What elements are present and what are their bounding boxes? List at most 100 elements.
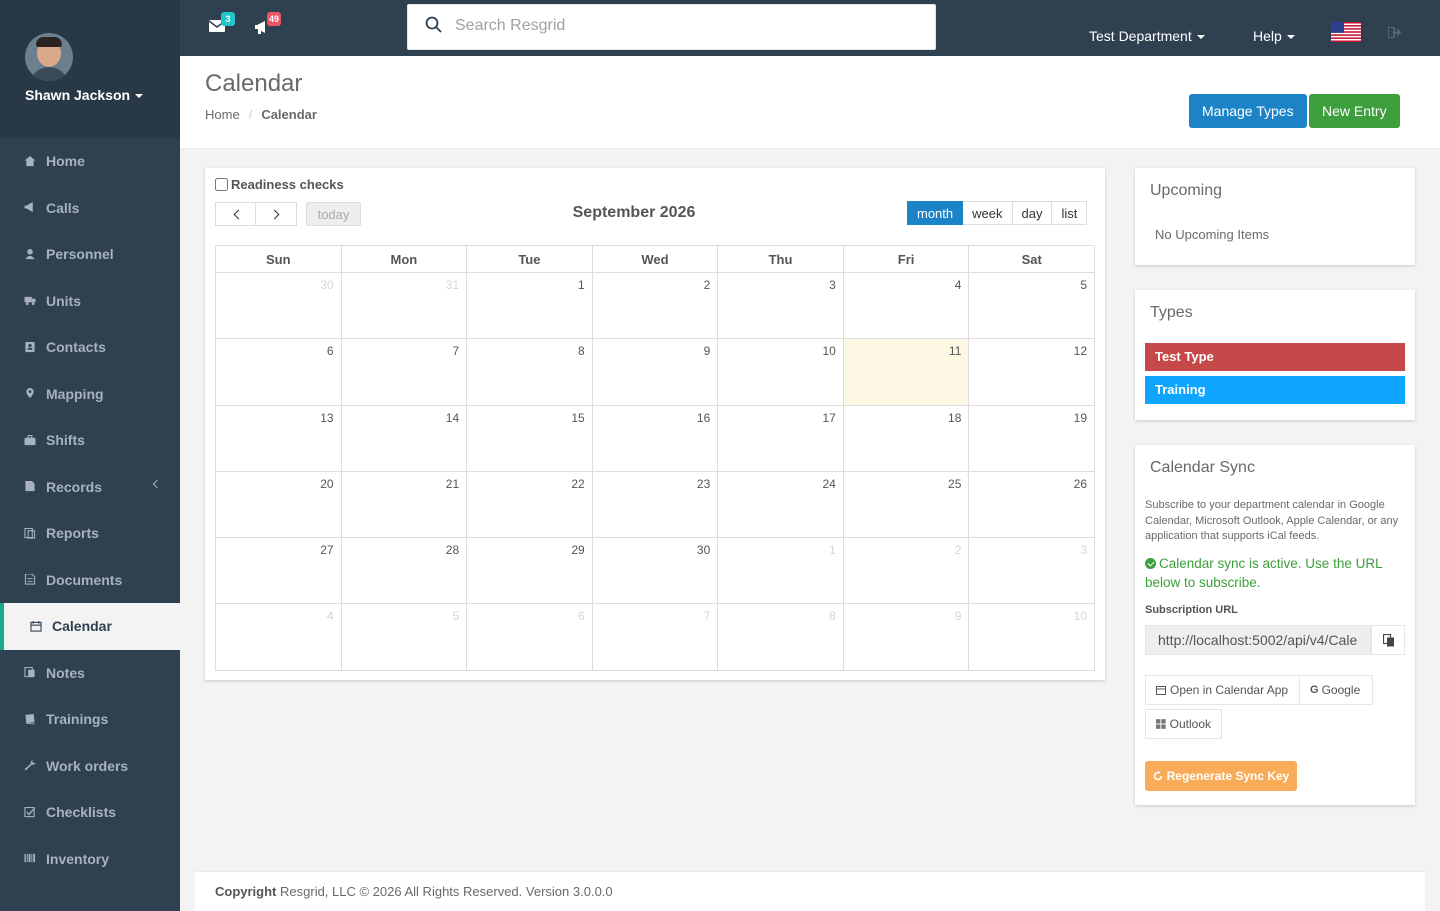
avatar[interactable] [25,33,73,81]
profile-name-dropdown[interactable]: Shawn Jackson [25,87,144,103]
briefcase-icon [24,434,36,445]
sidebar-item-inventory[interactable]: Inventory [0,836,180,883]
sidebar-item-personnel[interactable]: Personnel [0,231,180,278]
type-item-test-type[interactable]: Test Type [1145,343,1405,371]
view-month-button[interactable]: month [907,201,964,225]
outlook-calendar-button[interactable]: Outlook [1145,709,1222,739]
copy-url-button[interactable] [1371,625,1405,655]
sidebar-item-work-orders[interactable]: Work orders [0,743,180,790]
manage-types-button[interactable]: Manage Types [1189,94,1307,128]
regenerate-sync-key-button[interactable]: Regenerate Sync Key [1145,761,1297,791]
outlook-label: Outlook [1169,717,1211,731]
calendar-day-cell[interactable]: 30 [591,537,719,605]
calendar-day-cell[interactable]: 9 [591,338,719,406]
calendar-day-cell-other-month[interactable]: 6 [466,603,593,671]
calendar-day-cell[interactable]: 19 [968,404,1095,472]
calendar-day-cell[interactable]: 23 [591,470,719,539]
calendar-day-cell[interactable]: 18 [842,404,970,472]
calendar-day-cell[interactable]: 26 [968,470,1095,539]
footer: Copyright Resgrid, LLC © 2026 All Rights… [195,871,1425,911]
sidebar-item-calendar[interactable]: Calendar [0,603,180,650]
sidebar-item-trainings[interactable]: Trainings [0,696,180,743]
calendar-day-cell[interactable]: 12 [968,338,1095,406]
language-flag-icon[interactable] [1331,22,1361,42]
calendar-day-cell[interactable]: 14 [340,404,468,472]
calendar-day-cell[interactable]: 10 [717,338,844,406]
footer-copyright-text: Resgrid, LLC © 2026 All Rights Reserved. [280,884,523,899]
breadcrumb-home[interactable]: Home [205,107,240,122]
calendar-day-cell[interactable]: 2 [591,271,719,340]
sidebar-item-home[interactable]: Home [0,138,180,185]
calendar-day-cell[interactable]: 24 [717,470,844,539]
calendar-day-cell-other-month[interactable]: 5 [340,603,468,671]
calendar-day-cell[interactable]: 8 [466,338,593,406]
sidebar-item-label: Home [46,153,85,170]
calendar-day-cell[interactable]: 13 [215,404,342,472]
readiness-checks-toggle[interactable]: Readiness checks [215,177,344,192]
new-entry-button[interactable]: New Entry [1309,94,1400,128]
calendar-day-cell[interactable]: 5 [968,271,1095,340]
calendar-day-cell[interactable]: 3 [717,271,844,340]
reports-icon [24,527,36,539]
page-header: Calendar Home / Calendar Manage Types New … [180,56,1440,149]
sidebar-item-documents[interactable]: Documents [0,557,180,604]
calendar-day-cell-other-month[interactable]: 30 [215,271,342,340]
calendar-day-cell[interactable]: 21 [340,470,468,539]
upcoming-empty-text: No Upcoming Items [1155,227,1270,242]
sidebar-item-label: Calls [46,199,80,216]
sidebar-item-notes[interactable]: Notes [0,650,180,697]
type-item-training[interactable]: Training [1145,376,1405,404]
sidebar-item-label: Work orders [46,757,129,774]
calendar-day-cell[interactable]: 17 [717,404,844,472]
sidebar-item-records[interactable]: Records [0,464,180,511]
calendar-day-cell[interactable]: 1 [466,271,593,340]
calls-badge: 49 [266,12,281,26]
calendar-day-cell-other-month[interactable]: 8 [717,603,844,671]
calendar-day-cell-other-month[interactable]: 1 [717,537,844,605]
calendar-day-cell-today[interactable]: 11 [842,338,970,406]
calendar-panel: Readiness checks today September 2026 mo… [205,168,1105,680]
google-calendar-button[interactable]: G Google [1299,675,1373,705]
calendar-day-cell-other-month[interactable]: 3 [968,537,1095,605]
calendar-day-cell[interactable]: 25 [842,470,970,539]
notes-icon [24,667,35,678]
calendar-day-cell-other-month[interactable]: 2 [842,537,970,605]
sidebar-item-shifts[interactable]: Shifts [0,417,180,464]
calendar-day-cell-other-month[interactable]: 9 [842,603,970,671]
sign-out-icon[interactable] [1388,27,1402,38]
calendar-day-cell[interactable]: 7 [340,338,468,406]
messages-button[interactable]: 3 [208,12,235,34]
search-input[interactable] [455,17,915,35]
calendar-day-cell-other-month[interactable]: 31 [340,271,468,340]
calendar-day-cell[interactable]: 28 [340,537,468,605]
sidebar-item-contacts[interactable]: Contacts [0,324,180,371]
calendar-day-cell[interactable]: 29 [466,537,593,605]
help-dropdown[interactable]: Help [1253,28,1295,44]
readiness-checks-checkbox[interactable] [215,178,228,191]
open-calendar-app-button[interactable]: Open in Calendar App [1145,675,1300,705]
calendar-day-cell[interactable]: 6 [215,338,342,406]
calendar-day-cell-other-month[interactable]: 7 [591,603,719,671]
view-day-button[interactable]: day [1012,201,1053,225]
subscription-url-input[interactable] [1145,625,1371,655]
calendar-day-cell[interactable]: 20 [215,470,342,539]
calendar-day-cell[interactable]: 27 [215,537,342,605]
department-dropdown[interactable]: Test Department [1089,28,1205,44]
view-list-button[interactable]: list [1052,201,1088,225]
calendar-day-cell[interactable]: 4 [842,271,970,340]
calendar-day-cell-other-month[interactable]: 10 [968,603,1095,671]
sidebar-item-units[interactable]: Units [0,278,180,325]
view-week-button[interactable]: week [963,201,1013,225]
calendar-day-cell-other-month[interactable]: 4 [215,603,342,671]
sidebar-item-label: Documents [46,571,123,588]
address-book-icon [25,341,35,352]
sidebar-item-reports[interactable]: Reports [0,510,180,557]
calls-button[interactable]: 49 [255,12,281,34]
calendar-day-cell[interactable]: 15 [466,404,593,472]
sidebar-item-calls[interactable]: Calls [0,185,180,232]
calendar-day-cell[interactable]: 22 [466,470,593,539]
sidebar-item-checklists[interactable]: Checklists [0,789,180,836]
sidebar-item-mapping[interactable]: Mapping [0,371,180,418]
calendar-day-cell[interactable]: 16 [591,404,719,472]
upcoming-panel: Upcoming No Upcoming Items [1135,168,1415,265]
